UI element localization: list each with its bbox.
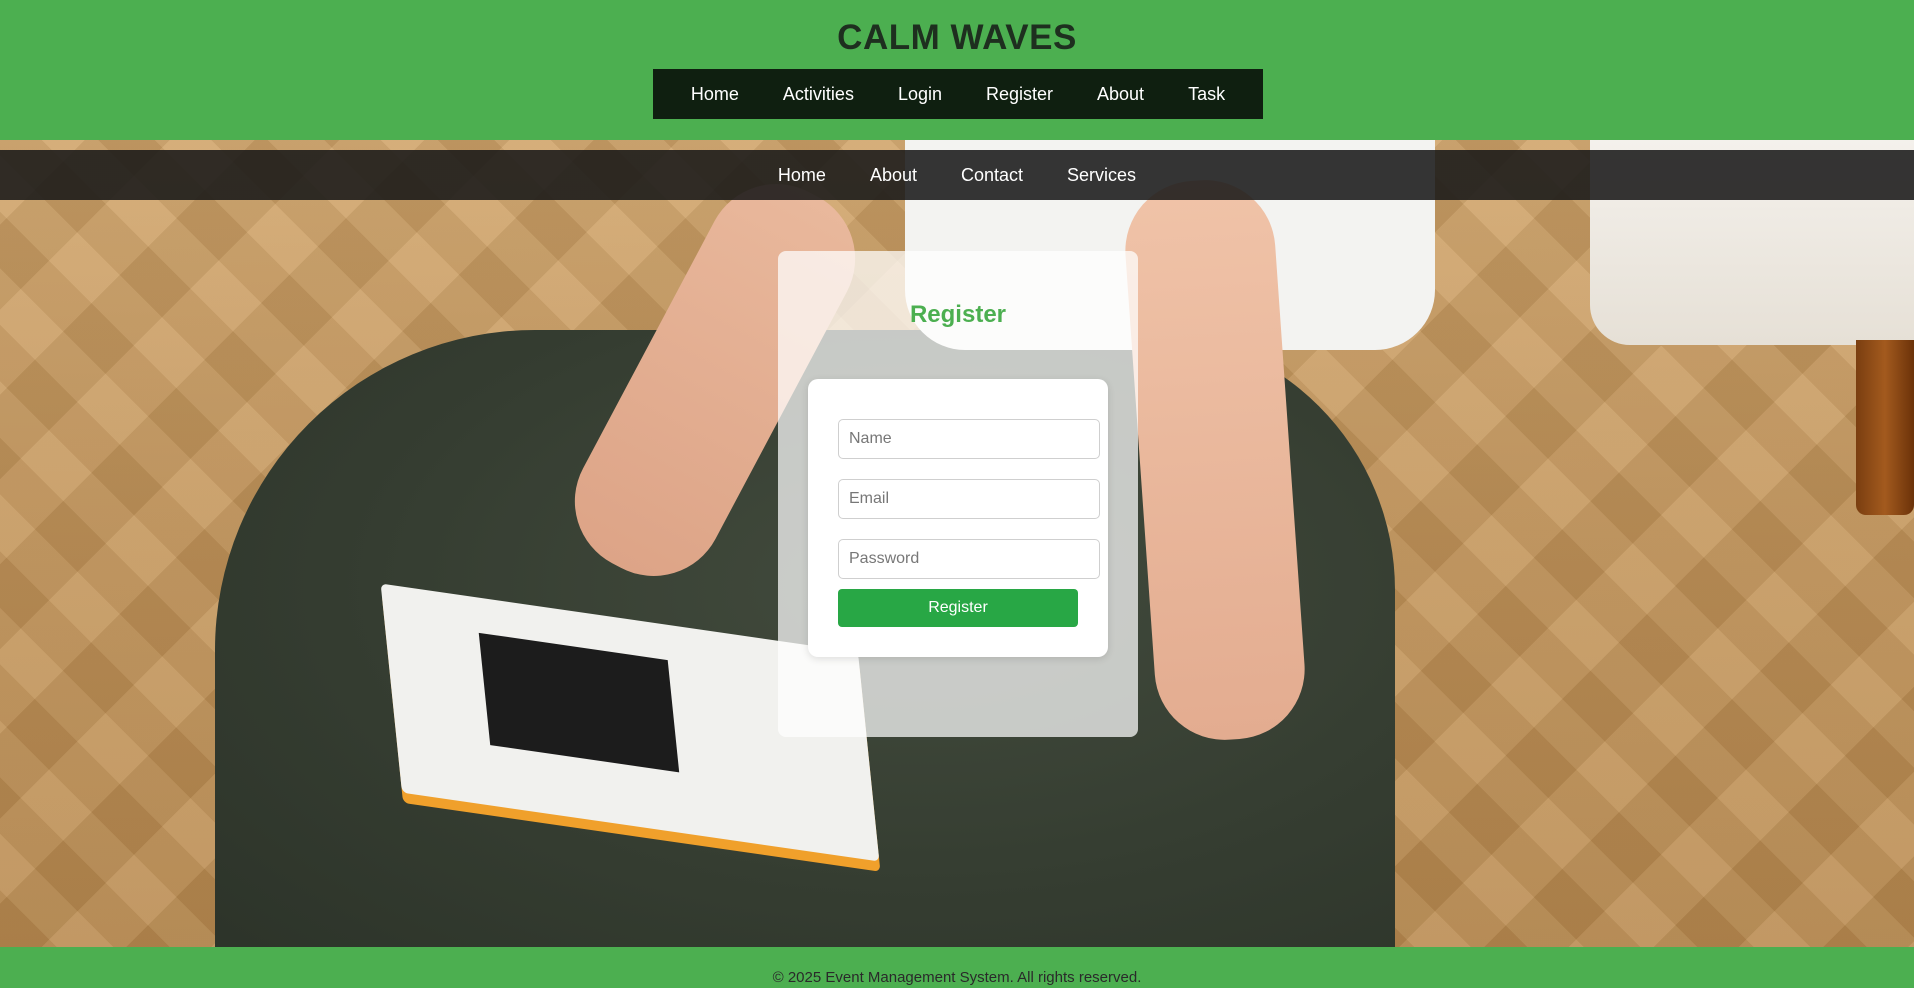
main-nav: Home Activities Login Register About Tas… <box>653 69 1263 119</box>
subnav-about-link[interactable]: About <box>848 150 939 200</box>
name-input[interactable] <box>838 419 1100 459</box>
nav-register-link[interactable]: Register <box>964 69 1075 119</box>
subnav-home-link[interactable]: Home <box>756 150 848 200</box>
password-input[interactable] <box>838 539 1100 579</box>
subnav-services-link[interactable]: Services <box>1045 150 1158 200</box>
book-illustration <box>478 632 680 773</box>
nav-task-link[interactable]: Task <box>1166 69 1247 119</box>
nav-about-link[interactable]: About <box>1075 69 1166 119</box>
site-footer: © 2025 Event Management System. All righ… <box>0 947 1914 988</box>
email-input[interactable] <box>838 479 1100 519</box>
register-form: Register <box>808 379 1108 657</box>
nav-activities-link[interactable]: Activities <box>761 69 876 119</box>
chair-leg-shape <box>1856 340 1914 515</box>
footer-copyright: © 2025 Event Management System. All righ… <box>772 969 1142 986</box>
nav-login-link[interactable]: Login <box>876 69 964 119</box>
register-heading: Register <box>909 301 1007 328</box>
register-submit-button[interactable]: Register <box>838 589 1078 627</box>
site-title: CALM WAVES <box>837 18 1077 57</box>
site-header: CALM WAVES Home Activities Login Registe… <box>0 0 1914 140</box>
nav-home-link[interactable]: Home <box>669 69 761 119</box>
register-card: Register Register <box>778 251 1138 737</box>
secondary-nav: Home About Contact Services <box>0 150 1914 200</box>
subnav-contact-link[interactable]: Contact <box>939 150 1045 200</box>
